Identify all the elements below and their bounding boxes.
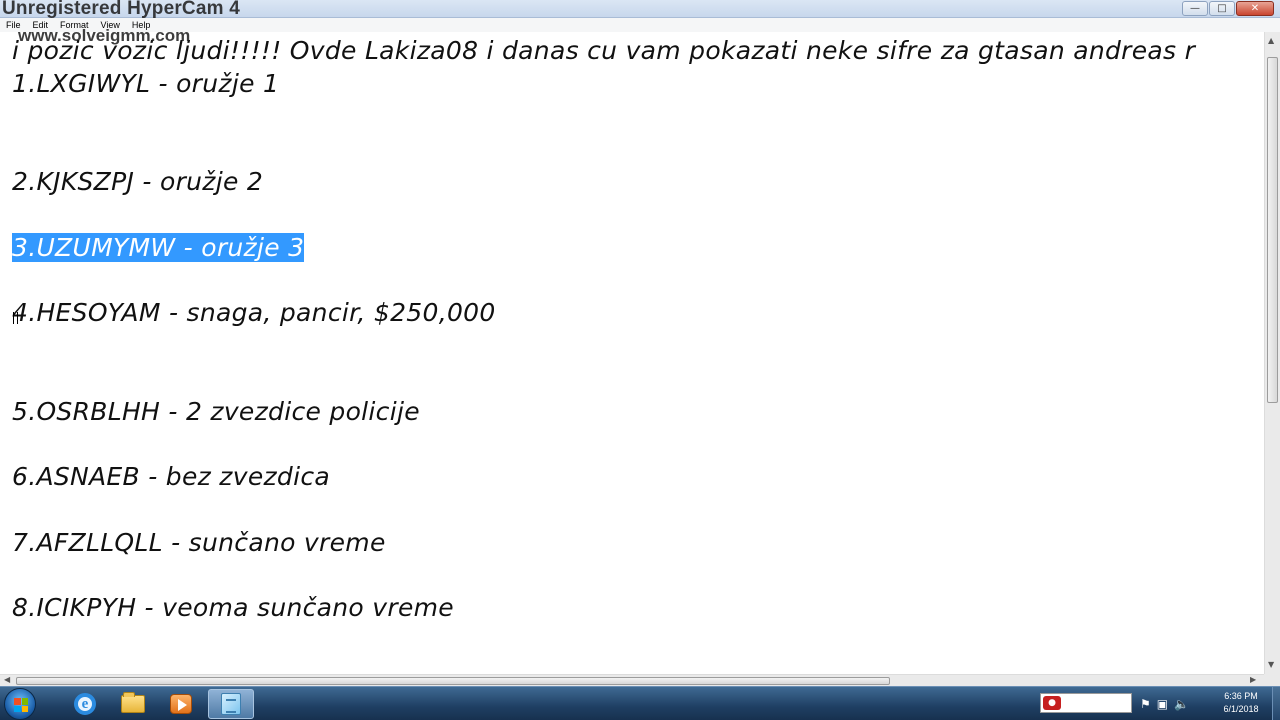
maximize-button[interactable]: □ <box>1209 1 1235 16</box>
editor-line: 7.AFZLLQLL - sunčano vreme <box>12 528 386 557</box>
editor-line: 4.HESOYAM - snaga, pancir, $250,000 <box>12 298 496 327</box>
watermark-url: www.solveigmm.com <box>18 26 191 45</box>
title-bar: Unregistered HyperCam 4 — □ ✕ <box>0 0 1280 19</box>
record-icon[interactable]: ● <box>1043 696 1061 710</box>
window-controls: — □ ✕ <box>1182 1 1274 16</box>
editor-line: 1.LXGIWYL - oružje 1 <box>12 69 280 98</box>
taskbar-internet-explorer[interactable]: e <box>62 689 108 719</box>
editor-line: 6.ASNAEB - bez zvezdica <box>12 462 331 491</box>
vertical-scroll-thumb[interactable] <box>1267 57 1278 403</box>
media-player-icon <box>170 694 192 714</box>
editor-line-selected: 3.UZUMYMW - oružje 3 <box>12 233 305 263</box>
taskbar-clock[interactable]: 6:36 PM 6/1/2018 <box>1212 690 1270 718</box>
editor-line: 8.ICIKPYH - veoma sunčano vreme <box>12 593 454 622</box>
horizontal-scroll-thumb[interactable] <box>16 677 890 685</box>
file-explorer-icon <box>121 692 145 713</box>
menu-bar: File Edit Format View Help <box>0 18 1280 32</box>
windows-logo-icon <box>14 698 28 712</box>
i-beam-cursor-icon <box>13 312 18 324</box>
editor-line: 2.KJKSZPJ - oružje 2 <box>12 167 264 196</box>
volume-icon[interactable]: 🔈 <box>1174 695 1189 713</box>
recorder-tray-widget[interactable]: ● <box>1040 693 1132 713</box>
flag-icon[interactable]: ⚑ <box>1140 695 1151 713</box>
clock-date: 6/1/2018 <box>1223 704 1259 714</box>
taskbar-media-player[interactable] <box>158 689 204 719</box>
text-editor[interactable]: i pozic vozic ljudi!!!!! Ovde Lakiza08 i… <box>0 32 1264 674</box>
editor-line: 5.OSRBLHH - 2 zvezdice policije <box>12 397 420 426</box>
scrollbar-corner <box>1264 674 1280 686</box>
text-selection: 3.UZUMYMW - oružje 3 <box>12 233 305 262</box>
minimize-button[interactable]: — <box>1182 1 1208 16</box>
network-icon[interactable]: ▣ <box>1157 695 1168 713</box>
internet-explorer-icon: e <box>74 693 96 715</box>
taskbar-file-explorer[interactable] <box>110 689 156 719</box>
scroll-left-icon[interactable]: ◀ <box>4 675 10 684</box>
clock-time: 6:36 PM <box>1224 691 1258 701</box>
vertical-scrollbar[interactable]: ▲ ▼ <box>1264 32 1280 674</box>
horizontal-scrollbar[interactable]: ◀ ▶ <box>0 674 1264 686</box>
notepad-icon <box>221 693 241 715</box>
show-desktop-button[interactable] <box>1272 687 1280 720</box>
watermark-title: Unregistered HyperCam 4 <box>2 0 240 19</box>
close-button[interactable]: ✕ <box>1236 1 1274 16</box>
system-tray: ⚑ ▣ 🔈 <box>1140 694 1220 714</box>
scroll-up-icon[interactable]: ▲ <box>1268 36 1274 45</box>
scroll-right-icon[interactable]: ▶ <box>1250 675 1256 684</box>
start-button[interactable] <box>4 688 36 720</box>
scroll-down-icon[interactable]: ▼ <box>1268 660 1274 669</box>
taskbar-notepad[interactable] <box>208 689 254 719</box>
